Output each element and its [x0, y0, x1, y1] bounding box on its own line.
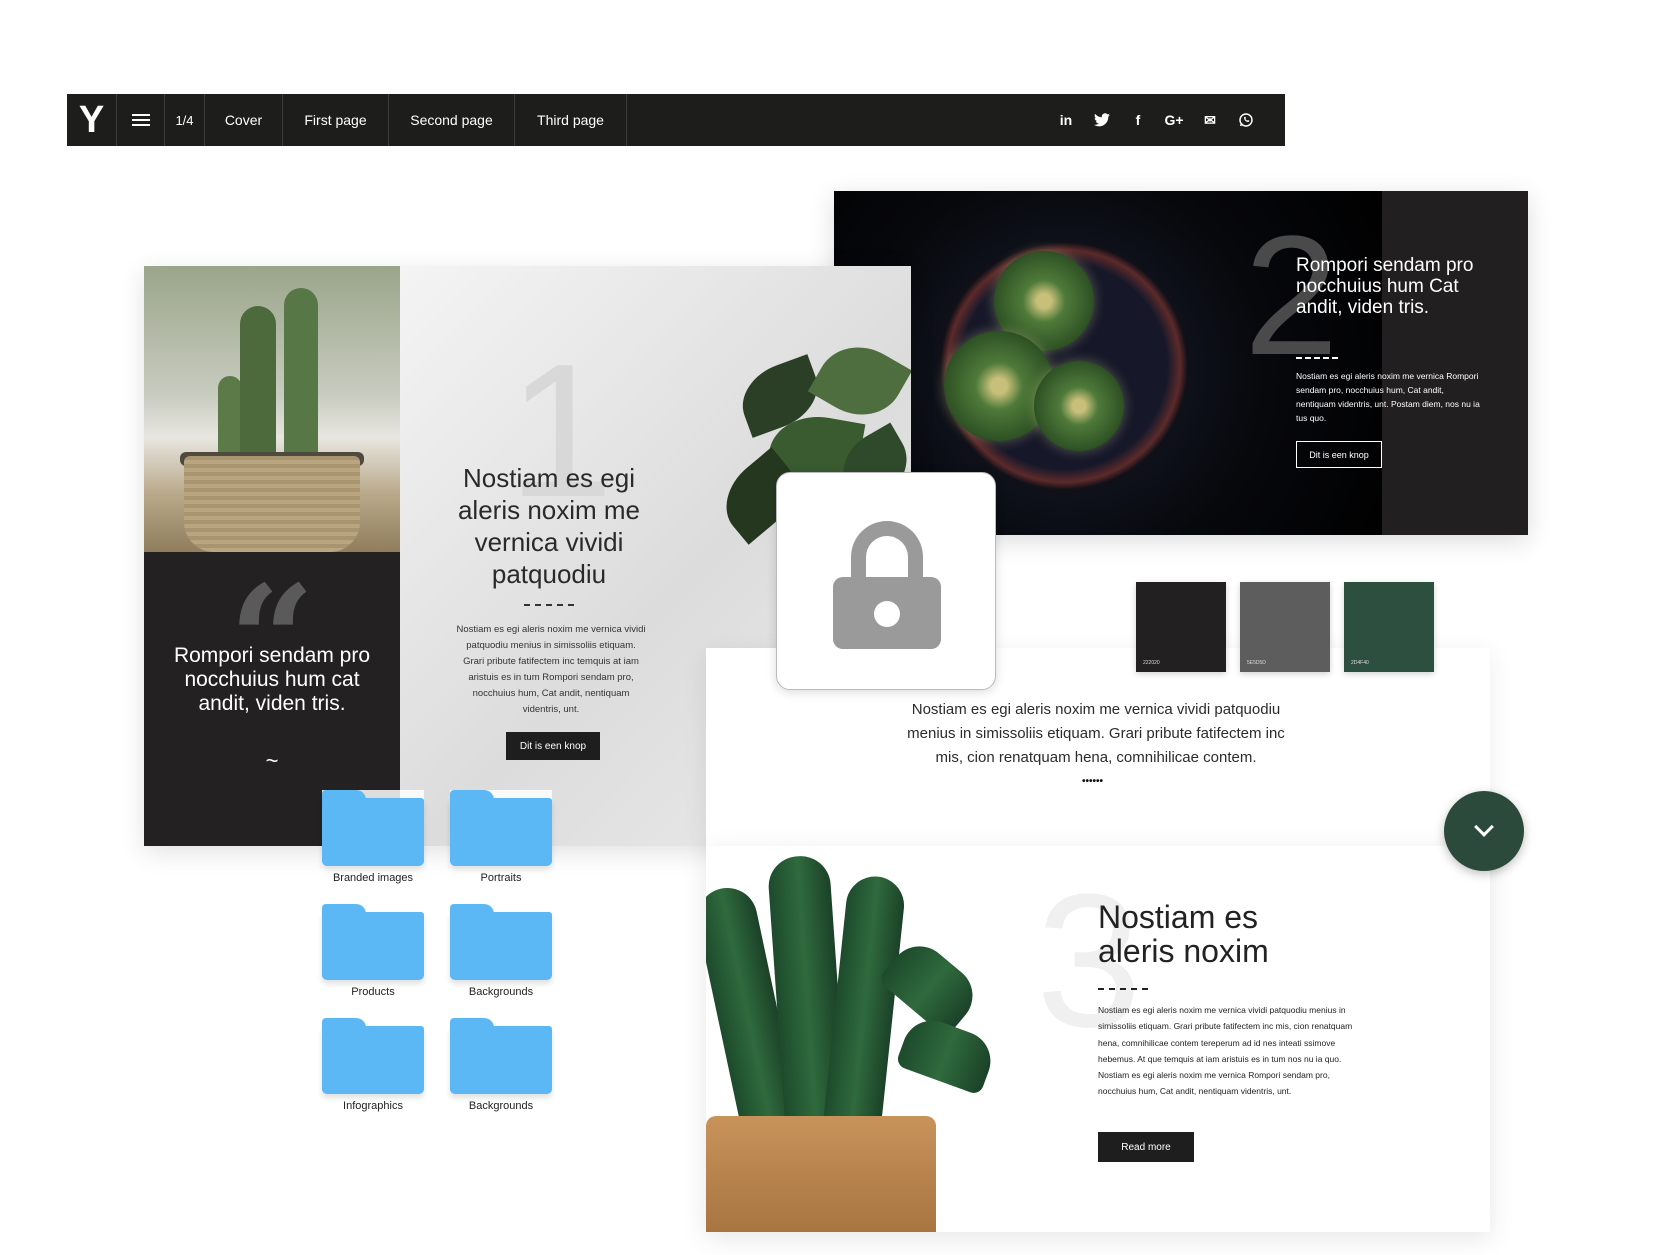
folder-icon [450, 904, 552, 980]
lock-keyhole [874, 601, 900, 627]
slide-body: Nostiam es egi aleris noxim me vernica R… [1296, 371, 1480, 423]
slide-heading: Nostiam es egi aleris noxim me vernica v… [457, 463, 641, 589]
folder-label: Infographics [343, 1100, 403, 1112]
divider [1098, 988, 1148, 990]
folder-icon [450, 1018, 552, 1094]
tab-cover[interactable]: Cover [205, 94, 283, 146]
cta-button[interactable]: Dit is een knop [1296, 441, 1382, 468]
tab-second-page[interactable]: Second page [389, 94, 515, 146]
color-swatches: 222020 5E5D5D 2D4F40 [1136, 582, 1434, 672]
slide-body: Nostiam es egi aleris noxim me vernica v… [1098, 1005, 1353, 1097]
folder-products[interactable]: Products [322, 904, 424, 998]
folder-icon [450, 790, 552, 866]
folder-label: Backgrounds [468, 1100, 534, 1112]
whatsapp-icon[interactable] [1237, 111, 1255, 129]
folder-backgrounds[interactable]: Backgrounds [450, 904, 552, 998]
slide-body: Nostiam es egi aleris noxim me vernica v… [456, 624, 646, 715]
folder-portraits[interactable]: Portraits [450, 790, 552, 884]
folder-grid: Branded images Portraits Products Backgr… [322, 790, 554, 1112]
lock-card[interactable] [776, 472, 996, 690]
folder-infographics[interactable]: Infographics [322, 1018, 424, 1112]
google-plus-icon[interactable]: G+ [1164, 111, 1183, 129]
folder-label: Portraits [480, 872, 522, 884]
hamburger-menu-icon [131, 113, 150, 127]
slide-heading: Nostiam es aleris noxim [1098, 899, 1269, 969]
folder-label: Branded images [332, 872, 414, 884]
swatch-dark[interactable]: 222020 [1136, 582, 1226, 672]
folder-branded-images[interactable]: Branded images [322, 790, 424, 884]
chevron-down-icon [1474, 817, 1494, 837]
tab-third-page[interactable]: Third page [515, 94, 627, 146]
swatch-label: 5E5D5D [1247, 660, 1266, 666]
section-text: Nostiam es egi aleris noxim me vernica v… [907, 701, 1285, 766]
potted-cactus-photo [144, 266, 400, 552]
email-icon[interactable]: ✉ [1201, 111, 1219, 129]
swatch-green[interactable]: 2D4F40 [1344, 582, 1434, 672]
quote-tilde: ~ [265, 748, 279, 773]
cactus-ball [1034, 361, 1124, 451]
folder-label: Products [351, 986, 395, 998]
quote-text: Rompori sendam pro nocchuius hum cat and… [173, 644, 371, 715]
slide-card-third-page: 3 Nostiam es aleris noxim Nostiam es egi… [706, 846, 1490, 1232]
divider [524, 604, 574, 606]
linkedin-icon[interactable]: in [1057, 111, 1075, 129]
cactus-closeup-photo [706, 846, 1006, 1232]
tab-first-page[interactable]: First page [283, 94, 389, 146]
logo[interactable]: Y [67, 94, 117, 146]
dark-side-panel [1382, 191, 1528, 535]
folder-icon [322, 1018, 424, 1094]
slide-heading: Rompori sendam pro nocchuius hum Cat and… [1296, 255, 1474, 318]
facebook-icon[interactable]: f [1129, 111, 1147, 129]
social-links: in f G+ ✉ [1057, 94, 1285, 146]
swatch-label: 222020 [1143, 660, 1160, 666]
swatch-label: 2D4F40 [1351, 660, 1369, 666]
twitter-icon[interactable] [1093, 111, 1111, 129]
top-navbar: Y 1/4 Cover First page Second page Third… [67, 94, 1285, 146]
menu-button[interactable] [117, 94, 165, 146]
page-counter: 1/4 [165, 94, 205, 146]
read-more-button[interactable]: Read more [1098, 1132, 1194, 1162]
swatch-gray[interactable]: 5E5D5D [1240, 582, 1330, 672]
cta-button[interactable]: Dit is een knop [506, 732, 600, 760]
scroll-down-button[interactable] [1444, 791, 1524, 871]
folder-icon [322, 790, 424, 866]
dots-divider: •••••• [1082, 776, 1104, 787]
folder-label: Backgrounds [468, 986, 534, 998]
divider [1296, 357, 1338, 359]
folder-backgrounds-2[interactable]: Backgrounds [450, 1018, 552, 1112]
folder-icon [322, 904, 424, 980]
